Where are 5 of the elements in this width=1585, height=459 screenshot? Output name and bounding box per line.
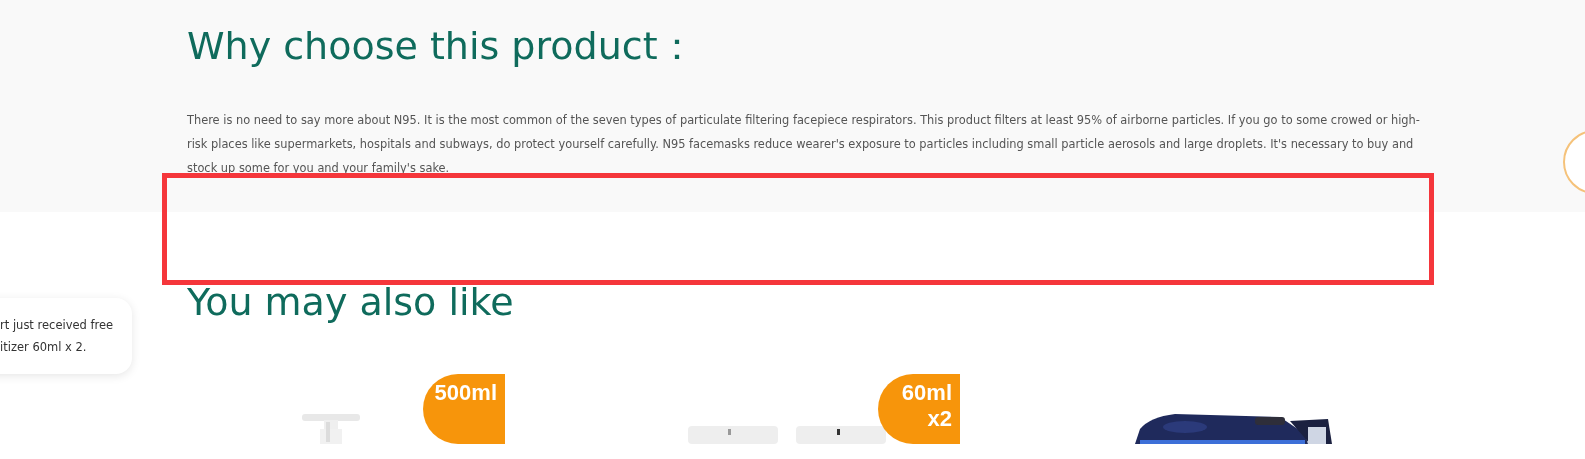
size-badge: 500ml — [423, 374, 505, 444]
section-heading: Why choose this product： — [187, 23, 696, 70]
size-badge: 60ml x2 — [878, 374, 960, 444]
purchase-notification: rt just received free itizer 60ml x 2. — [0, 298, 132, 374]
section-heading: You may also like — [187, 279, 514, 326]
